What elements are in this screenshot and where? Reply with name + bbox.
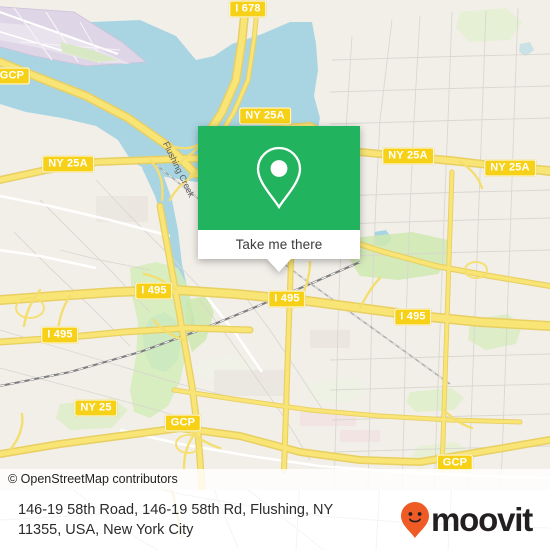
- map-result-card: Flushing Creek I 678 GCP NY 25A NY 25A N…: [0, 0, 550, 550]
- shield-ny-25a-w[interactable]: NY 25A: [42, 155, 94, 173]
- shield-i-495-c[interactable]: I 495: [268, 290, 306, 308]
- shield-i-495-e[interactable]: I 495: [394, 308, 432, 326]
- shield-ny-25a-e1[interactable]: NY 25A: [382, 147, 434, 165]
- address-line-1: 146-19 58th Road, 146-19 58th Rd, Flushi…: [18, 502, 334, 518]
- address-text: 146-19 58th Road, 146-19 58th Rd, Flushi…: [18, 500, 333, 540]
- location-callout[interactable]: Take me there: [198, 126, 360, 272]
- osm-attribution[interactable]: © OpenStreetMap contributors: [0, 468, 550, 490]
- footer-bar: 146-19 58th Road, 146-19 58th Rd, Flushi…: [0, 490, 550, 550]
- shield-gcp-s[interactable]: GCP: [164, 414, 202, 432]
- map-pin-icon: [256, 146, 302, 210]
- take-me-there-label: Take me there: [235, 237, 323, 252]
- moovit-wordmark: moovit: [431, 501, 533, 538]
- moovit-logo[interactable]: moovit: [400, 501, 540, 539]
- shield-i-678[interactable]: I 678: [229, 0, 267, 18]
- shield-gcp-nw[interactable]: GCP: [0, 67, 31, 85]
- shield-ny-25a-e2[interactable]: NY 25A: [484, 159, 536, 177]
- map-canvas[interactable]: Flushing Creek I 678 GCP NY 25A NY 25A N…: [0, 0, 550, 490]
- shield-i-495-w[interactable]: I 495: [135, 282, 173, 300]
- callout-pointer: [267, 259, 291, 272]
- callout-header: [198, 126, 360, 230]
- shield-i-495-sw[interactable]: I 495: [41, 326, 79, 344]
- take-me-there-button[interactable]: Take me there: [198, 230, 360, 259]
- shield-ny-25a-n[interactable]: NY 25A: [239, 107, 291, 125]
- moovit-pin-icon: [401, 502, 430, 538]
- address-line-2: 11355, USA, New York City: [18, 522, 194, 538]
- shield-ny-25[interactable]: NY 25: [74, 399, 118, 417]
